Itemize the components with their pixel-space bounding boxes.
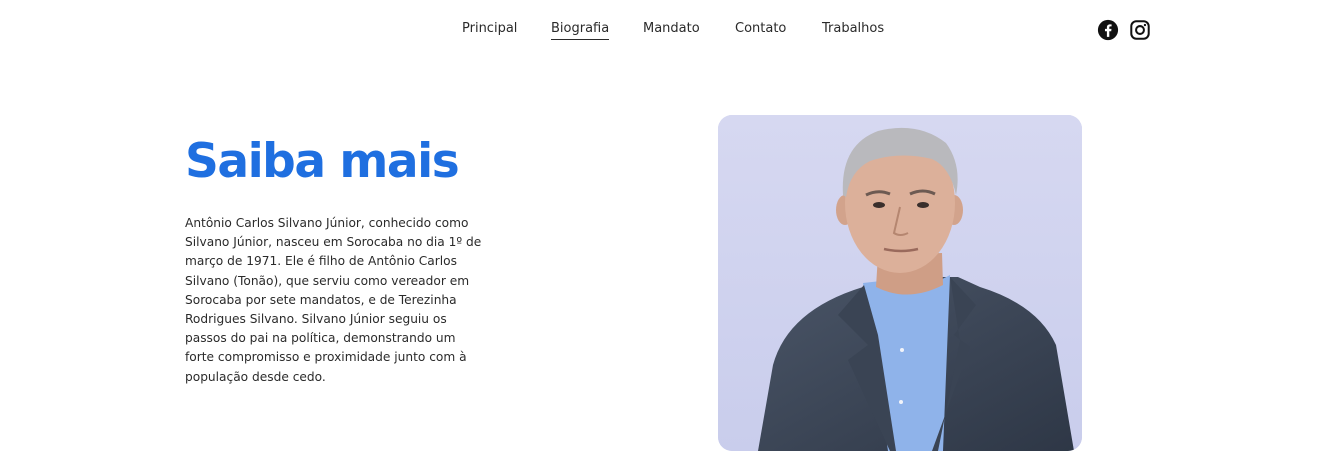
bio-text: Antônio Carlos Silvano Júnior, conhecido… (185, 216, 482, 384)
nav-item-trabalhos[interactable]: Trabalhos (822, 20, 884, 38)
social-links (1097, 19, 1151, 41)
instagram-icon[interactable] (1129, 19, 1151, 41)
page: Principal Biografia Mandato Contato Trab… (0, 0, 1342, 473)
facebook-icon[interactable] (1097, 19, 1119, 41)
nav-item-biografia[interactable]: Biografia (551, 20, 610, 40)
nav-item-mandato[interactable]: Mandato (643, 20, 700, 38)
page-title: Saiba mais (185, 134, 460, 189)
portrait-illustration (718, 115, 1082, 451)
portrait-photo (718, 115, 1082, 451)
nav-item-principal[interactable]: Principal (462, 20, 517, 38)
nav-item-contato[interactable]: Contato (735, 20, 786, 38)
